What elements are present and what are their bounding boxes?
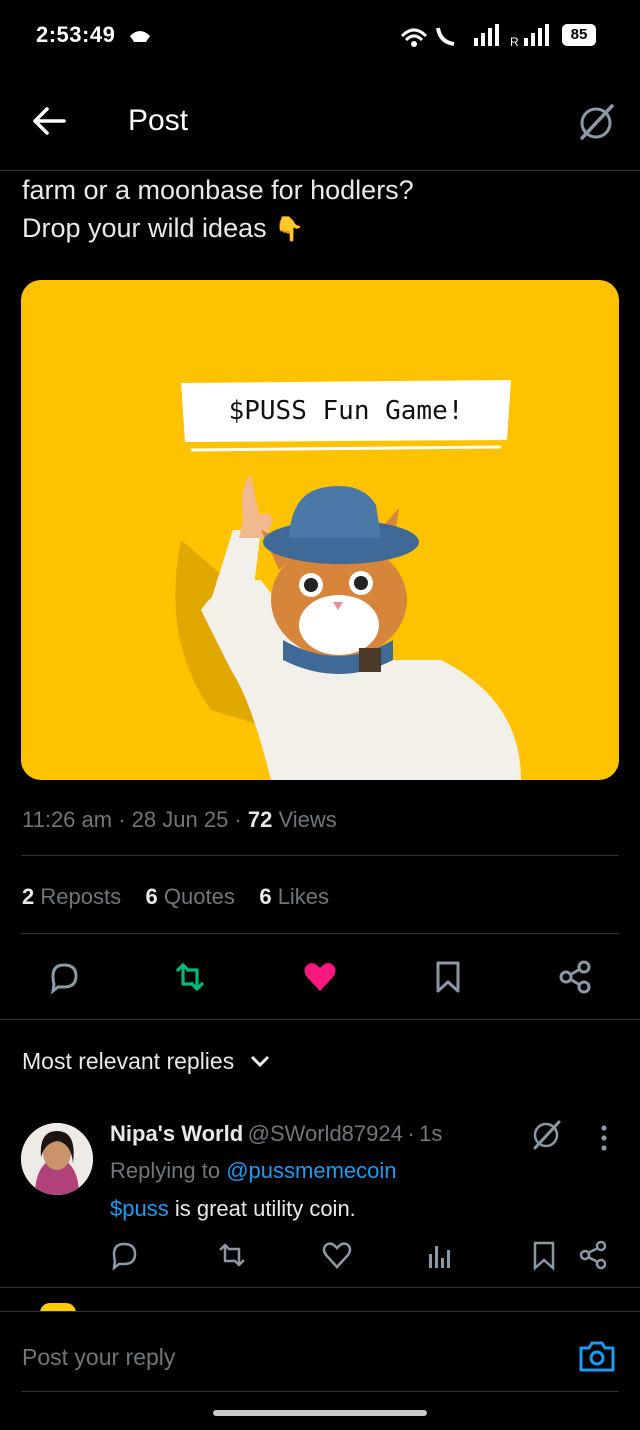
post-text-line: farm or a moonbase for hodlers? (22, 175, 414, 205)
share-button[interactable] (553, 955, 597, 999)
likes-label: Likes (277, 884, 330, 909)
views-label: Views (278, 807, 337, 832)
status-time: 2:53:49 (36, 22, 116, 47)
bookmark-button[interactable] (426, 955, 470, 999)
grok-icon[interactable] (530, 1118, 564, 1152)
divider (0, 1019, 640, 1020)
cat-illustration (175, 380, 521, 780)
back-arrow-icon[interactable] (32, 106, 66, 136)
post-text: Drop your wild ideas (22, 213, 267, 243)
likes-stat[interactable]: 6 Likes (259, 884, 329, 909)
camera-icon[interactable] (578, 1338, 616, 1374)
heart-filled-icon (304, 963, 336, 991)
repost-icon[interactable] (216, 1240, 248, 1270)
reply-header: Nipa's World @SWorld87924 · 1s (110, 1121, 443, 1146)
replies-sort-label: Most relevant replies (22, 1048, 235, 1074)
reply-composer: Post your reply (0, 1311, 640, 1430)
reply-icon (51, 963, 78, 994)
header: Post (0, 72, 640, 171)
reposts-count: 2 (22, 884, 35, 909)
reply-text: $puss is great utility coin. (110, 1196, 356, 1222)
post-time: 11:26 am (22, 807, 113, 832)
share-icon[interactable] (578, 1240, 608, 1270)
reply-author-handle[interactable]: @SWorld87924 (248, 1121, 403, 1146)
analytics-icon[interactable] (426, 1242, 452, 1270)
divider (21, 1391, 619, 1392)
avatar[interactable] (21, 1123, 93, 1195)
post-timestamp: 11:26 am · 28 Jun 25 · 72 Views (22, 807, 337, 832)
grok-icon[interactable] (576, 102, 618, 142)
share-icon (559, 960, 591, 994)
views-count: 72 (247, 807, 273, 832)
replying-prefix: Replying to (110, 1158, 221, 1183)
reply-icon[interactable] (110, 1240, 140, 1270)
repost-button[interactable] (168, 955, 212, 999)
quotes-count: 6 (145, 884, 158, 909)
notification-icon (130, 31, 150, 42)
divider (21, 933, 619, 934)
replying-handle-link[interactable]: @pussmemecoin (226, 1158, 396, 1183)
reposts-label: Reposts (40, 884, 122, 909)
home-indicator[interactable] (213, 1410, 427, 1416)
reply-time: 1s (419, 1121, 443, 1146)
reposts-stat[interactable]: 2 Reposts (22, 884, 121, 909)
bookmark-icon (436, 961, 460, 993)
repost-icon (175, 963, 205, 991)
reply-author-name[interactable]: Nipa's World (110, 1121, 243, 1146)
divider (21, 855, 619, 856)
signal-icons: R (400, 24, 549, 49)
post-stats: 2 Reposts 6 Quotes 6 Likes (22, 884, 329, 910)
quotes-stat[interactable]: 6 Quotes (146, 884, 235, 909)
post-text-line: Drop your wild ideas 👇 (22, 213, 304, 244)
reply-button[interactable] (42, 955, 86, 999)
replies-sort-dropdown[interactable]: Most relevant replies (22, 1048, 271, 1075)
pointing-down-emoji: 👇 (274, 216, 305, 243)
svg-text:R: R (510, 35, 519, 49)
bookmark-icon[interactable] (532, 1241, 556, 1271)
post-date: 28 Jun 25 (131, 807, 229, 832)
divider (0, 1287, 640, 1288)
replying-to: Replying to @pussmemecoin (110, 1158, 397, 1184)
more-options-icon[interactable] (594, 1124, 614, 1152)
avatar-image (21, 1123, 93, 1195)
reply-input[interactable]: Post your reply (22, 1344, 175, 1371)
post-image[interactable]: $PUSS Fun Game! (21, 280, 619, 780)
likes-count: 6 (259, 884, 272, 909)
battery-indicator: 85 (562, 24, 596, 46)
status-bar: 2:53:49 R 85 (0, 0, 640, 72)
chevron-down-icon (250, 1055, 269, 1068)
cashtag-link[interactable]: $puss (110, 1196, 169, 1221)
like-button[interactable] (298, 955, 342, 999)
heart-icon[interactable] (322, 1240, 352, 1270)
page-title: Post (128, 104, 189, 137)
quotes-label: Quotes (163, 884, 235, 909)
reply-text-body: is great utility coin. (168, 1196, 356, 1221)
image-banner-text: $PUSS Fun Game! (228, 396, 464, 426)
